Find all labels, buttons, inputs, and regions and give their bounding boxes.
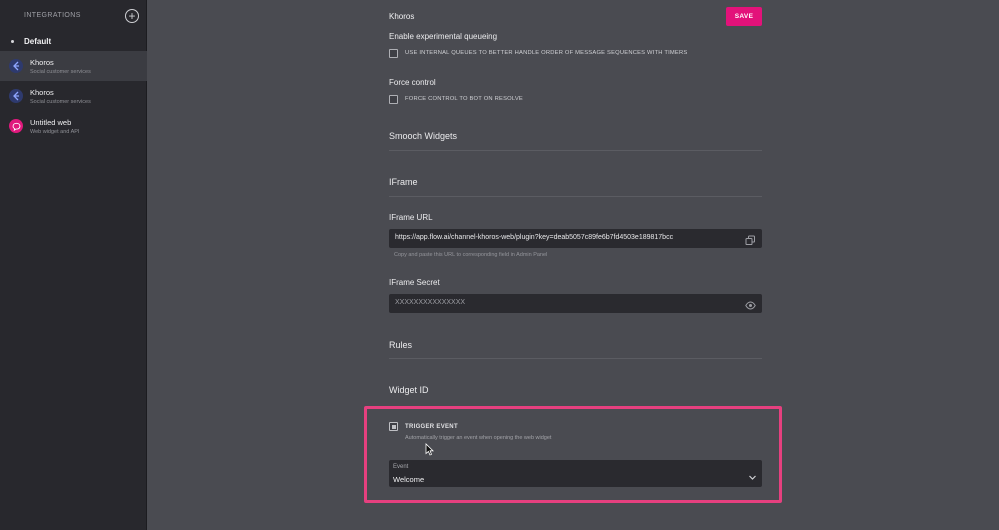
divider [389,150,762,151]
section-iframe: IFrame [389,177,418,187]
khoros-icon [9,89,23,103]
sidebar-item-khoros-1[interactable]: Khoros Social customer services [0,51,147,81]
divider [389,358,762,359]
iframe-secret-field[interactable]: XXXXXXXXXXXXXXX [389,294,762,313]
sidebar-item-untitled-web[interactable]: Untitled web Web widget and API [0,111,147,141]
force-control-title: Force control [389,78,436,87]
chevron-down-icon [748,469,757,480]
sidebar-item-name: Khoros [30,58,54,67]
divider [389,196,762,197]
queueing-title: Enable experimental queueing [389,32,498,41]
event-select-label: Event [393,464,409,470]
sidebar-item-subtitle: Web widget and API [30,129,80,135]
eye-icon[interactable] [745,298,756,310]
section-widget-id: Widget ID [389,385,429,395]
trigger-event-title: TRIGGER EVENT [405,424,458,430]
section-rules: Rules [389,340,413,350]
sidebar-group-default[interactable]: Default [0,35,147,49]
iframe-url-label: IFrame URL [389,213,433,222]
sidebar-item-name: Khoros [30,88,54,97]
sidebar-item-subtitle: Social customer services [30,99,91,105]
bullet-icon [11,40,14,43]
sidebar-item-khoros-2[interactable]: Khoros Social customer services [0,81,147,111]
section-smooch-widgets: Smooch Widgets [389,131,458,141]
force-control-checkbox[interactable] [389,95,398,104]
iframe-secret-label: IFrame Secret [389,278,440,287]
checkbox-indeterminate-mark [391,424,396,429]
mouse-cursor-icon [425,443,434,456]
queueing-checkbox-label: USE INTERNAL QUEUES TO BETTER HANDLE ORD… [405,50,688,56]
sidebar-item-subtitle: Social customer services [30,69,91,75]
iframe-url-value: https://app.flow.ai/channel-khoros-web/p… [395,234,674,241]
sidebar-group-label: Default [24,37,52,46]
sidebar-header: INTEGRATIONS + [0,0,147,32]
iframe-secret-value: XXXXXXXXXXXXXXX [395,299,466,306]
event-select[interactable]: Event Welcome [389,460,762,487]
trigger-event-description: Automatically trigger an event when open… [405,435,552,441]
sidebar-title: INTEGRATIONS [24,12,81,19]
trigger-event-checkbox[interactable] [389,422,398,431]
iframe-url-field[interactable]: https://app.flow.ai/channel-khoros-web/p… [389,229,762,248]
event-select-value: Welcome [393,475,425,484]
chat-bubble-icon [9,119,23,133]
plus-circle-icon: + [128,9,136,23]
force-control-checkbox-label: FORCE CONTROL TO BOT ON RESOLVE [405,96,523,102]
save-button[interactable]: SAVE [726,7,762,26]
iframe-url-hint: Copy and paste this URL to corresponding… [394,252,548,258]
queueing-checkbox[interactable] [389,49,398,58]
sidebar: INTEGRATIONS + Default Khoros Social cus… [0,0,147,530]
page-title: Khoros [389,12,415,21]
sidebar-item-name: Untitled web [30,118,72,127]
add-integration-button[interactable]: + [125,9,139,23]
copy-icon[interactable] [745,233,756,245]
khoros-icon [9,59,23,73]
